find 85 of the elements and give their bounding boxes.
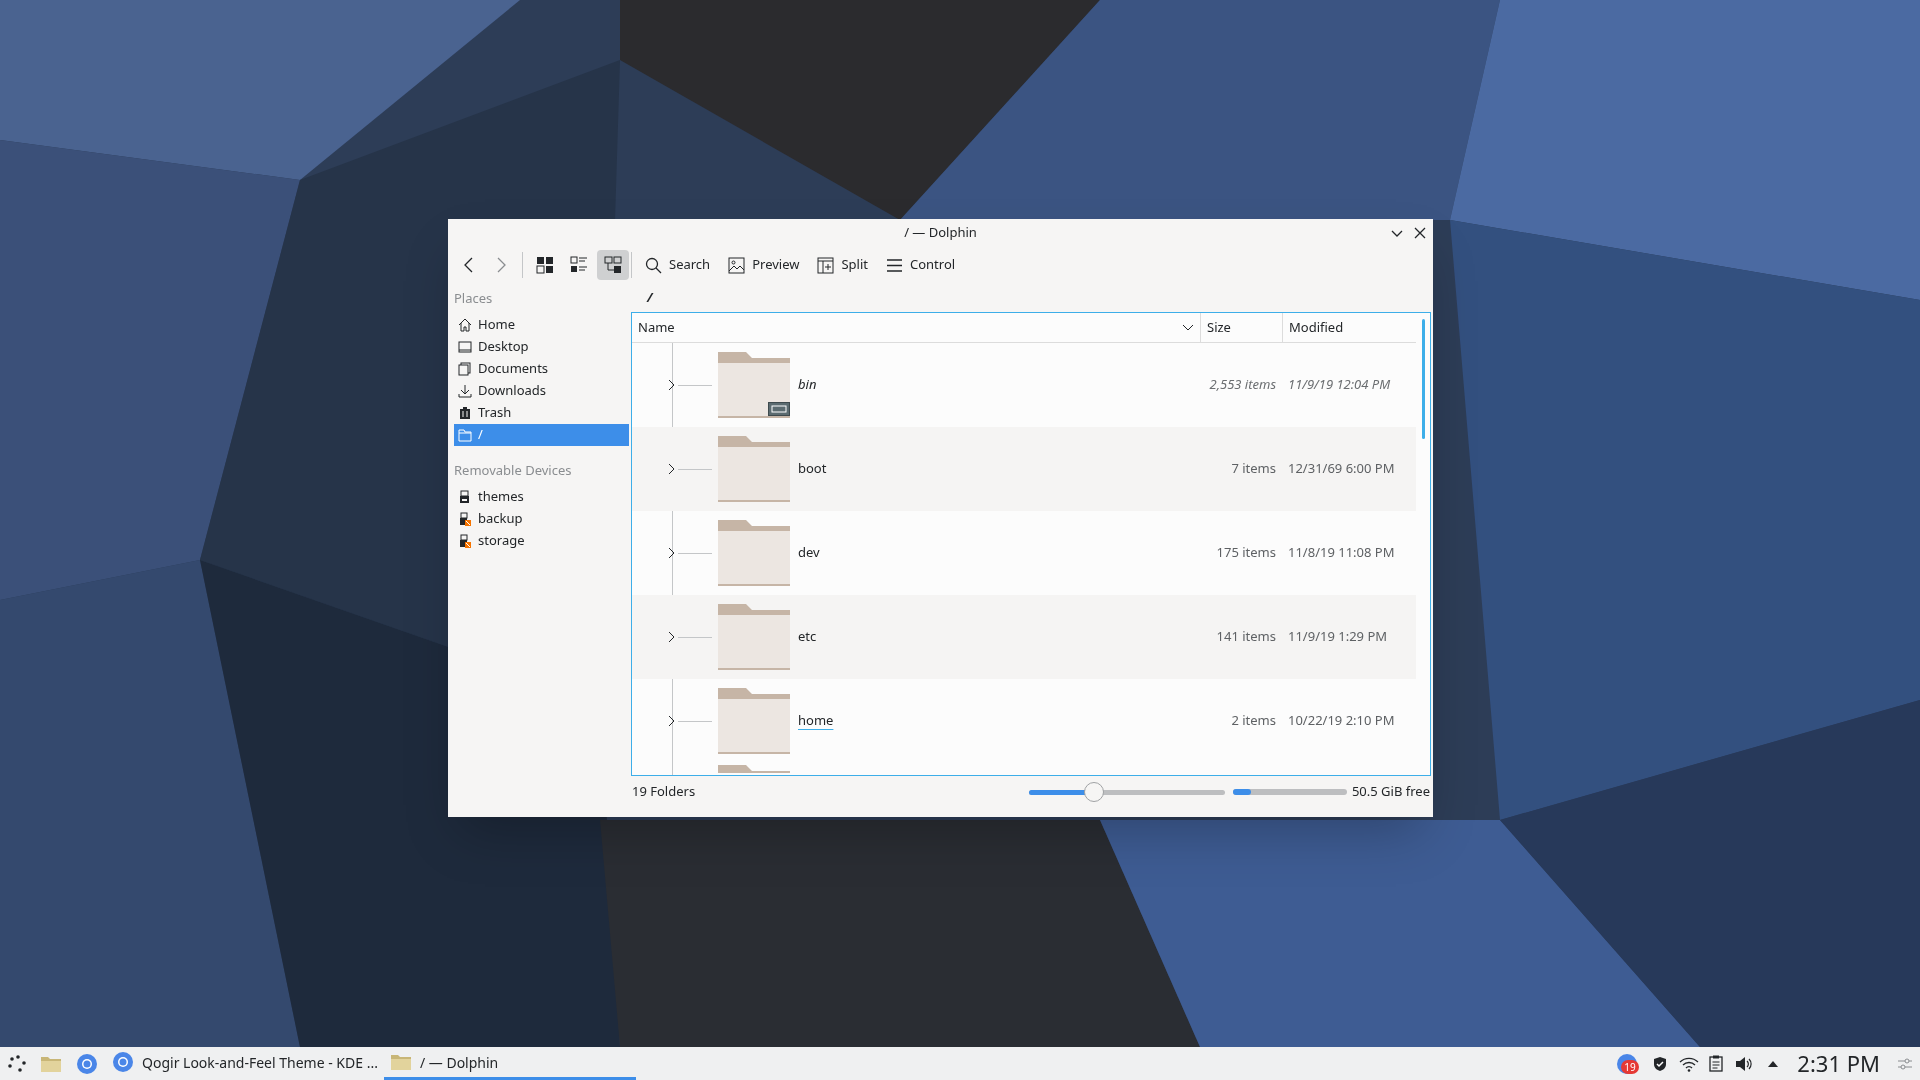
control-button[interactable]: Control bbox=[879, 250, 963, 280]
window-title: / — Dolphin bbox=[904, 222, 977, 243]
folder-icon bbox=[718, 352, 790, 418]
browser-icon bbox=[112, 1051, 134, 1073]
monitor-icon bbox=[458, 340, 472, 354]
sidebar-item[interactable]: Documents bbox=[454, 358, 629, 380]
sidebar-item[interactable]: Downloads bbox=[454, 380, 629, 402]
sidebar-item[interactable]: Home bbox=[454, 314, 629, 336]
modified-date: 10/22/19 2:10 PM bbox=[1288, 711, 1395, 731]
clipboard-icon[interactable] bbox=[1709, 1055, 1724, 1072]
status-text: 19 Folders bbox=[632, 782, 696, 802]
view-icons-icon bbox=[536, 256, 554, 274]
folder-icon bbox=[389, 1053, 412, 1071]
volume-icon[interactable] bbox=[1735, 1055, 1754, 1072]
folder-icon bbox=[718, 604, 790, 670]
file-row[interactable]: home 2 items 10/22/19 2:10 PM bbox=[632, 679, 1416, 763]
view-mode-button[interactable] bbox=[597, 250, 629, 280]
item-count: 7 items bbox=[1230, 459, 1276, 479]
folder-icon bbox=[718, 765, 790, 773]
sidebar-item[interactable]: themes bbox=[454, 486, 629, 508]
link-emblem-icon bbox=[768, 402, 790, 416]
item-count: 175 items bbox=[1215, 543, 1276, 563]
file-name: dev bbox=[798, 543, 821, 563]
file-row[interactable]: etc 141 items 11/9/19 1:29 PM bbox=[632, 595, 1416, 679]
split-button[interactable]: Split bbox=[810, 250, 875, 280]
sidebar-item[interactable]: Trash bbox=[454, 402, 629, 424]
sidebar-item[interactable]: backup bbox=[454, 508, 629, 530]
usb-drive-icon bbox=[458, 512, 472, 526]
location-path[interactable]: / bbox=[647, 288, 653, 308]
folder-icon bbox=[458, 428, 472, 442]
column-header[interactable]: Modified bbox=[1282, 313, 1408, 342]
browser-icon[interactable] bbox=[76, 1052, 98, 1075]
folder-icon bbox=[718, 688, 790, 754]
view-details-icon bbox=[604, 256, 622, 274]
split-view-icon bbox=[817, 256, 835, 274]
download-icon bbox=[458, 384, 472, 398]
trash-icon bbox=[458, 406, 472, 420]
modified-date: 11/9/19 12:04 PM bbox=[1288, 375, 1391, 395]
close-icon[interactable] bbox=[1414, 227, 1426, 239]
preview-button[interactable]: Preview bbox=[721, 250, 807, 280]
item-count: 141 items bbox=[1215, 627, 1276, 647]
section-header: Removable Devices bbox=[454, 460, 573, 482]
clock[interactable]: 2:31 PM bbox=[1797, 1047, 1880, 1080]
modified-date: 11/9/19 1:29 PM bbox=[1288, 627, 1388, 647]
wifi-icon[interactable] bbox=[1679, 1055, 1700, 1072]
folder-icon bbox=[718, 520, 790, 586]
caret-up-icon[interactable] bbox=[1767, 1059, 1780, 1068]
scrollbar[interactable] bbox=[1421, 319, 1425, 439]
notification-badge: 19 bbox=[1621, 1059, 1639, 1074]
sidebar-item[interactable]: storage bbox=[454, 530, 629, 552]
column-header[interactable]: Size bbox=[1200, 313, 1282, 342]
file-row[interactable]: bin 2,553 items 11/9/19 12:04 PM bbox=[632, 343, 1416, 427]
search-button[interactable]: Search bbox=[638, 250, 718, 280]
file-name: etc bbox=[798, 627, 818, 647]
document-icon bbox=[458, 362, 472, 376]
caret-down-icon bbox=[1182, 323, 1194, 332]
sidebar-item[interactable]: Desktop bbox=[454, 336, 629, 358]
section-header: Places bbox=[454, 288, 494, 310]
back-icon bbox=[463, 257, 475, 273]
search-icon bbox=[645, 256, 662, 274]
browser-icon[interactable]: 19 bbox=[1617, 1053, 1638, 1074]
taskbar-task[interactable]: / — Dolphin bbox=[383, 1047, 636, 1080]
file-name: bin bbox=[798, 375, 818, 395]
launcher-icon[interactable] bbox=[8, 1054, 26, 1073]
shield-icon[interactable] bbox=[1653, 1055, 1668, 1072]
usb-drive-icon bbox=[458, 534, 472, 548]
column-header[interactable]: Name bbox=[632, 313, 1200, 342]
file-row[interactable]: dev 175 items 11/8/19 11:08 PM bbox=[632, 511, 1416, 595]
home-icon bbox=[458, 318, 472, 332]
file-name: boot bbox=[798, 459, 828, 479]
folder-icon bbox=[718, 436, 790, 502]
zoom-slider[interactable] bbox=[1028, 781, 1225, 803]
menu-icon bbox=[886, 256, 903, 274]
modified-date: 11/8/19 11:08 PM bbox=[1288, 543, 1395, 563]
modified-date: 12/31/69 6:00 PM bbox=[1288, 459, 1395, 479]
file-name: home bbox=[798, 711, 835, 731]
item-count: 2,553 items bbox=[1208, 375, 1276, 395]
item-count: 2 items bbox=[1230, 711, 1276, 731]
file-row[interactable]: boot 7 items 12/31/69 6:00 PM bbox=[632, 427, 1416, 511]
view-compact-icon bbox=[570, 256, 588, 274]
taskbar-task[interactable]: Qogir Look-and-Feel Theme - KDE ... bbox=[106, 1047, 384, 1080]
image-icon bbox=[728, 256, 746, 274]
forward-icon bbox=[495, 257, 507, 273]
usb-drive-icon bbox=[458, 490, 472, 504]
free-space-text: 50.5 GiB free bbox=[1351, 782, 1430, 802]
